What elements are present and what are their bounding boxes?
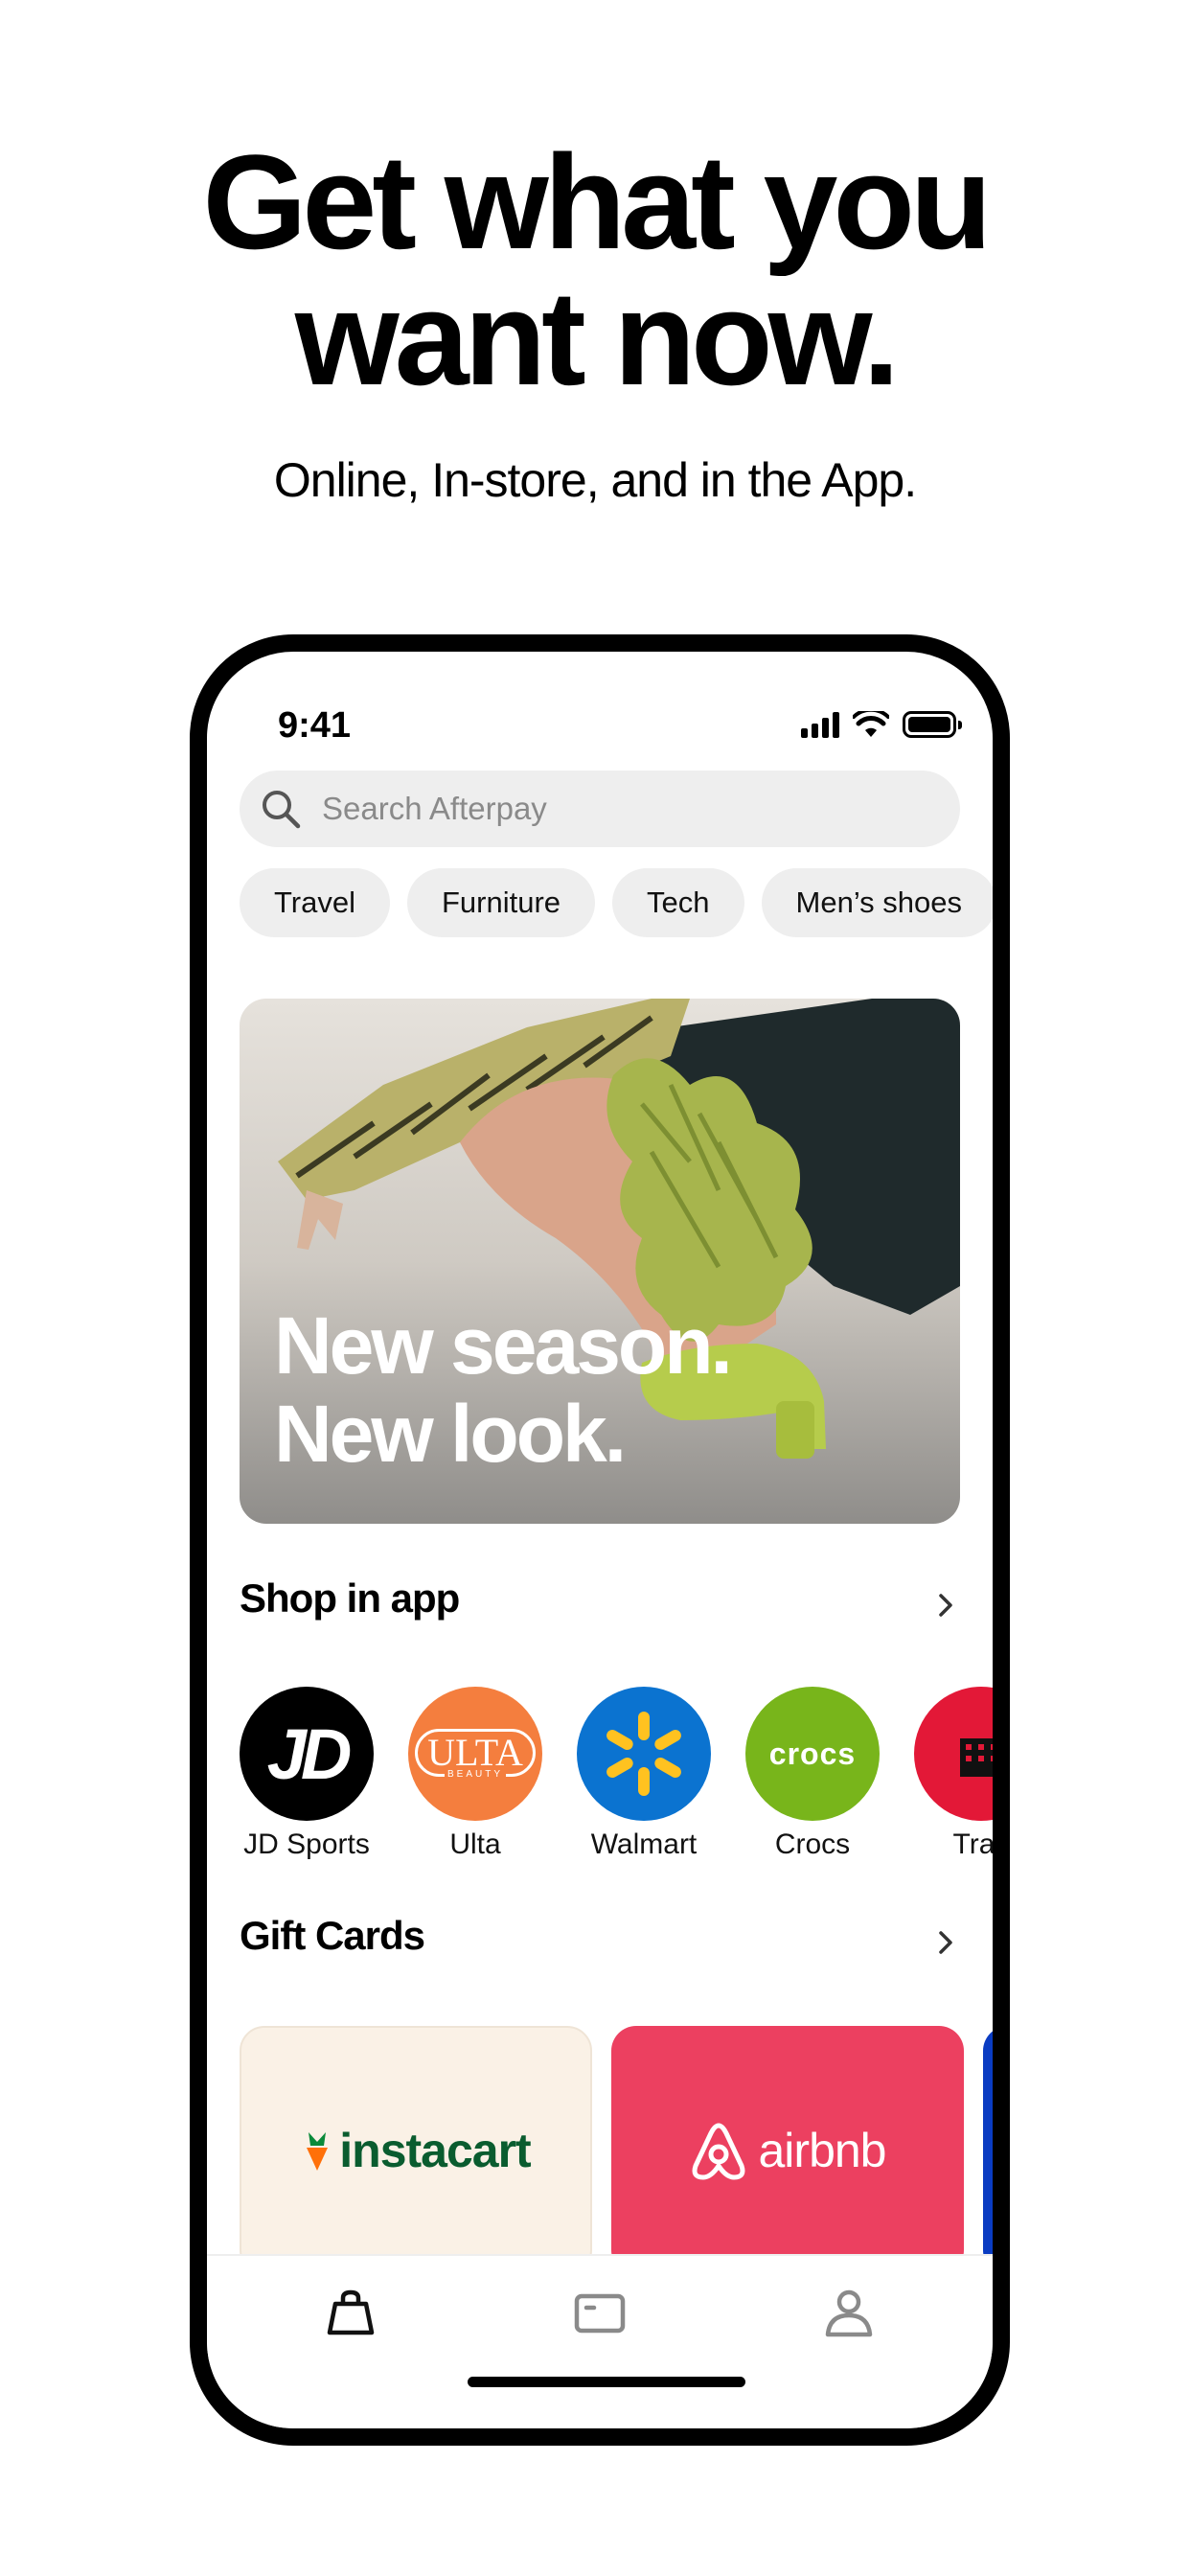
brand-walmart[interactable]: Walmart — [577, 1687, 711, 1861]
gift-card-carousel: instacart airbnb — [240, 2026, 993, 2275]
marketing-headline: Get what you want now. — [0, 134, 1190, 406]
search-bar[interactable]: Search Afterpay — [240, 770, 960, 847]
building-icon — [960, 1738, 993, 1777]
headline-line-2: want now. — [294, 263, 900, 413]
gift-card-instacart[interactable]: instacart — [240, 2026, 592, 2275]
chevron-right-icon[interactable] — [931, 1928, 960, 1957]
chip-furniture[interactable]: Furniture — [406, 868, 596, 937]
crocs-logo-text: crocs — [768, 1736, 857, 1771]
jd-sports-logo: JD — [240, 1687, 374, 1821]
brand-name: Walmart — [590, 1828, 698, 1860]
search-icon — [263, 791, 301, 829]
hero-headline: New season. New look. — [274, 1300, 733, 1479]
brand-jd-sports[interactable]: JD JD Sports — [240, 1687, 374, 1861]
status-icons — [801, 707, 962, 742]
chevron-right-icon[interactable] — [931, 1591, 960, 1620]
ulta-logo: ULTA BEAUTY — [408, 1687, 542, 1821]
chip-mens-shoes[interactable]: Men’s shoes — [761, 868, 993, 937]
app-screen: 9:41 Search Afterpay Travel Furniture Te… — [207, 652, 993, 2428]
gift-card-partial[interactable] — [983, 2026, 993, 2275]
tab-bar — [207, 2254, 993, 2428]
shop-icon[interactable] — [322, 2285, 379, 2342]
chip-travel[interactable]: Travel — [240, 868, 390, 937]
marketing-subhead: Online, In-store, and in the App. — [273, 453, 917, 507]
hero-line-2: New look. — [274, 1389, 627, 1479]
travel-logo — [914, 1687, 993, 1821]
gift-cards-title: Gift Cards — [240, 1913, 425, 1958]
phone-frame: 9:41 Search Afterpay Travel Furniture Te… — [190, 634, 1010, 2446]
shop-in-app-title: Shop in app — [240, 1576, 460, 1621]
walmart-logo — [577, 1687, 711, 1821]
account-icon[interactable] — [820, 2285, 878, 2342]
hero-line-1: New season. — [274, 1300, 733, 1391]
crocs-logo: crocs — [745, 1687, 880, 1821]
wifi-icon — [853, 711, 889, 737]
hero-banner[interactable]: New season. New look. — [240, 999, 960, 1524]
brand-name: Crocs — [774, 1828, 851, 1860]
brand-travel[interactable]: Trav — [914, 1687, 993, 1861]
card-icon[interactable] — [571, 2285, 629, 2342]
brand-ulta[interactable]: ULTA BEAUTY Ulta — [408, 1687, 542, 1861]
chip-tech[interactable]: Tech — [612, 868, 744, 937]
instacart-label: instacart — [339, 2124, 531, 2177]
carrot-icon — [307, 2132, 329, 2171]
status-time: 9:41 — [278, 705, 352, 746]
airbnb-logo-icon — [692, 2123, 744, 2180]
walmart-spark-icon — [606, 1712, 681, 1796]
brand-crocs[interactable]: crocs Crocs — [745, 1687, 880, 1861]
cellular-signal-icon — [801, 711, 839, 738]
search-placeholder: Search Afterpay — [322, 791, 547, 826]
brand-carousel: JD JD Sports ULTA BEAUTY Ulta Walmart cr… — [240, 1687, 993, 1861]
gift-card-airbnb[interactable]: airbnb — [611, 2026, 964, 2275]
brand-name: Trav — [952, 1828, 993, 1860]
battery-icon — [903, 711, 962, 738]
home-indicator[interactable] — [468, 2377, 745, 2387]
jd-logo-text: JD — [266, 1714, 353, 1794]
brand-name: Ulta — [449, 1828, 501, 1860]
ulta-logo-subtext: BEAUTY — [444, 1768, 506, 1780]
brand-name: JD Sports — [243, 1828, 370, 1860]
headline-line-1: Get what you — [202, 126, 993, 277]
airbnb-label: airbnb — [758, 2124, 887, 2177]
category-chips: Travel Furniture Tech Men’s shoes — [240, 868, 993, 937]
